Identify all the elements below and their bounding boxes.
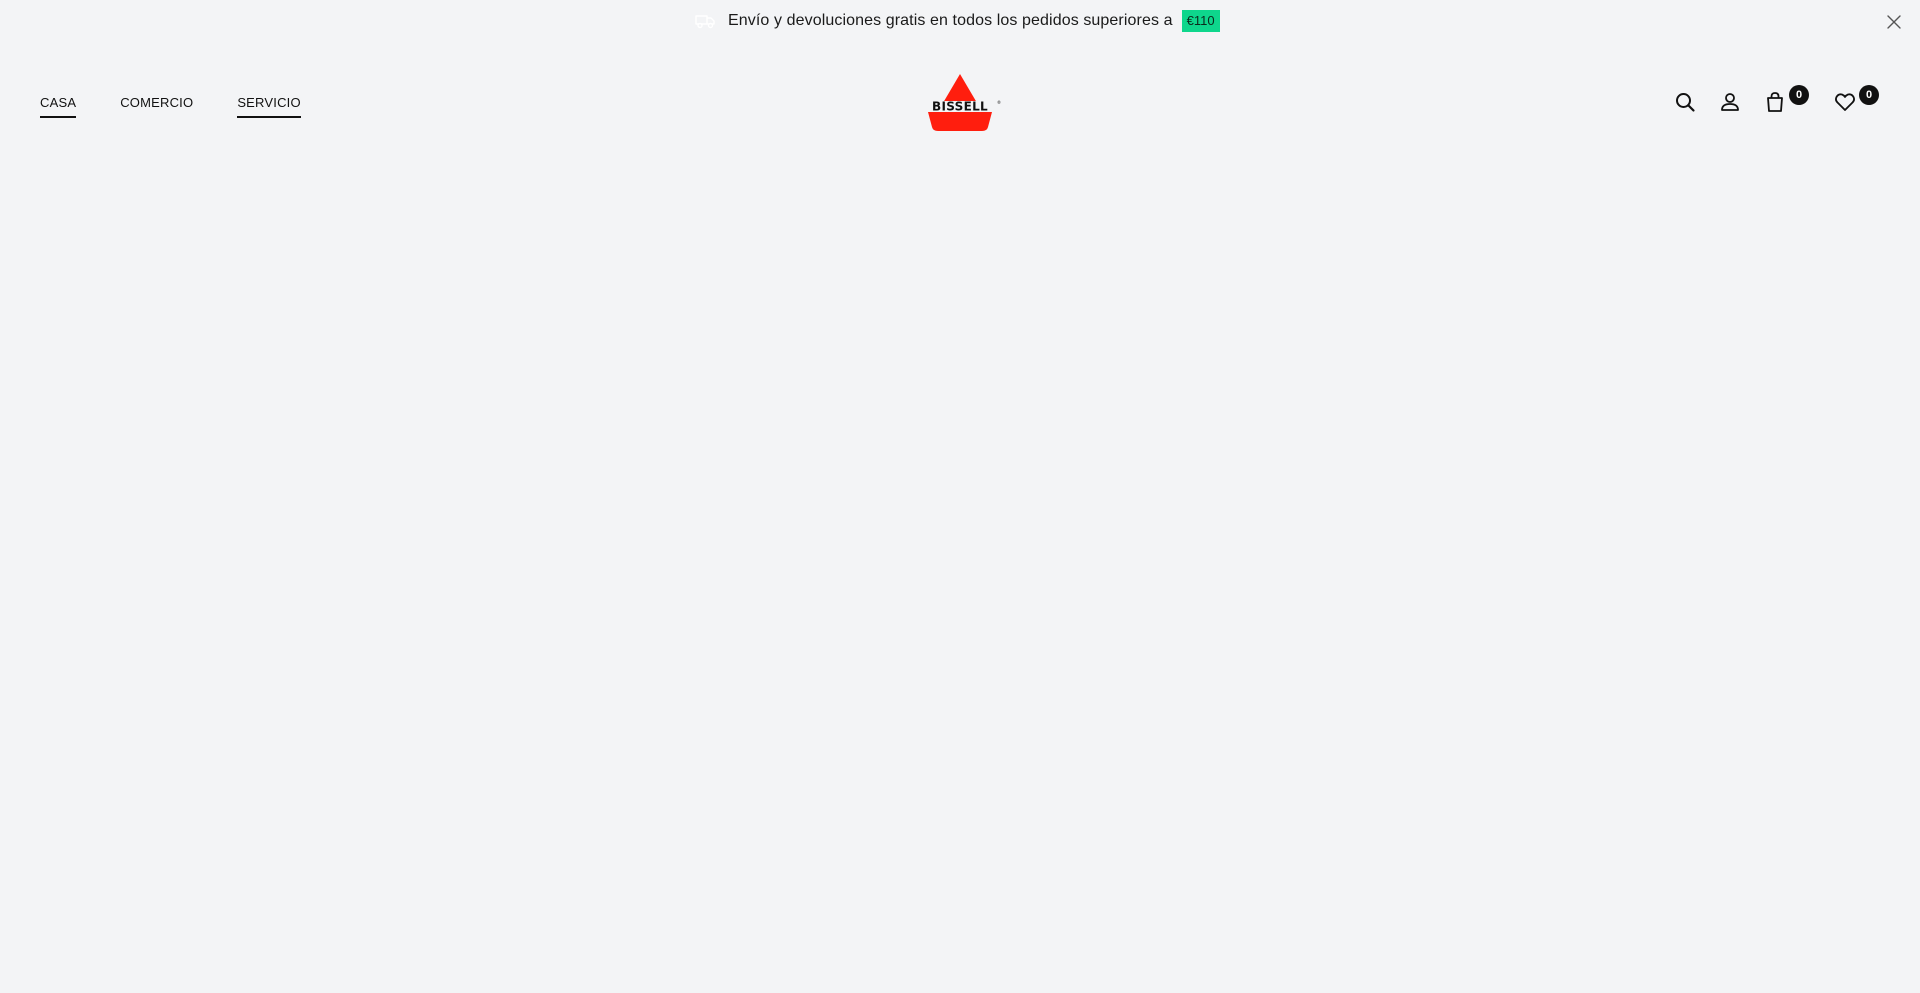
shopping-bag-icon[interactable] (1764, 91, 1786, 113)
main-nav: CASA COMERCIO SERVICIO (40, 95, 345, 118)
announcement-bar: Envío y devoluciones gratis en todos los… (0, 0, 1920, 40)
announcement-text: Envío y devoluciones gratis en todos los… (728, 12, 1173, 29)
svg-text:®: ® (997, 100, 1001, 105)
nav-item-casa[interactable]: CASA (40, 95, 77, 118)
bissell-logo[interactable]: BISSELL ® (918, 72, 1002, 134)
wishlist-count-badge: 0 (1859, 85, 1879, 105)
search-icon[interactable] (1674, 91, 1696, 113)
heart-icon[interactable] (1834, 91, 1856, 113)
free-shipping-threshold-badge: €110 (1181, 10, 1220, 32)
user-icon[interactable] (1719, 91, 1741, 113)
site-header: CASA COMERCIO SERVICIO BISSELL ® 0 0 (0, 60, 1920, 150)
nav-item-servicio[interactable]: SERVICIO (237, 95, 301, 118)
truck-icon (695, 13, 717, 29)
announcement-content: Envío y devoluciones gratis en todos los… (695, 9, 1220, 33)
nav-item-comercio[interactable]: COMERCIO (120, 95, 193, 118)
page: Envío y devoluciones gratis en todos los… (0, 0, 1920, 993)
close-icon[interactable] (1886, 14, 1902, 30)
svg-text:BISSELL: BISSELL (932, 100, 988, 114)
cart-count-badge: 0 (1789, 85, 1809, 105)
